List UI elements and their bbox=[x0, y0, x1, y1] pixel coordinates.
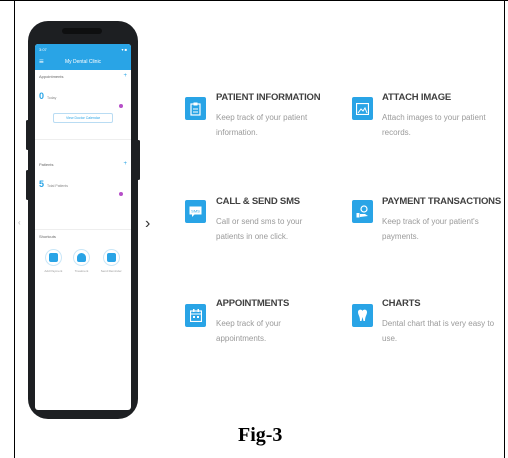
status-icons: ▾ ■ bbox=[121, 46, 127, 52]
appointments-section[interactable]: Appointments + 0 Today View Doctor Calen… bbox=[35, 70, 131, 140]
sms-icon: SMS bbox=[185, 200, 206, 223]
status-time: 3:07 bbox=[39, 46, 47, 52]
status-bar: 3:07 ▾ ■ bbox=[35, 44, 131, 54]
figure-caption: Fig-3 bbox=[238, 424, 283, 446]
appointments-label: Appointments bbox=[39, 74, 64, 79]
svg-text:SMS: SMS bbox=[191, 209, 200, 214]
shortcuts-label: Shortcuts bbox=[39, 234, 56, 239]
shortcuts-section: Shortcuts Add Payment Treatment Send Rem… bbox=[35, 230, 131, 277]
tooth-icon bbox=[352, 304, 373, 327]
feature-title: CHARTS bbox=[382, 298, 421, 309]
shortcut-add-payment[interactable]: Add Payment bbox=[44, 249, 62, 273]
feature-desc: Keep track of your patient's bbox=[382, 217, 479, 226]
feature-title: PATIENT INFORMATION bbox=[216, 92, 321, 103]
patients-badge bbox=[119, 192, 123, 196]
add-appointment-icon[interactable]: + bbox=[123, 73, 127, 79]
tooth-icon bbox=[77, 253, 87, 262]
shortcut-label: Treatment bbox=[74, 269, 89, 273]
feature-desc: payments. bbox=[382, 232, 419, 241]
app-title: My Dental Clinic bbox=[64, 59, 102, 65]
frame-left-border bbox=[14, 1, 15, 458]
appointments-badge bbox=[119, 104, 123, 108]
feature-desc: Keep track of your bbox=[216, 319, 281, 328]
shortcut-label: Send Reminder bbox=[100, 269, 122, 273]
appointments-count: 0 bbox=[39, 91, 45, 101]
feature-desc: information. bbox=[216, 128, 258, 137]
reminder-icon bbox=[106, 253, 116, 262]
feature-desc: Dental chart that is very easy to bbox=[382, 319, 495, 328]
payment-icon bbox=[352, 200, 373, 223]
phone-screen: 3:07 ▾ ■ ≡ My Dental Clinic Appointments… bbox=[35, 44, 131, 410]
feature-title: CALL & SEND SMS bbox=[216, 196, 300, 207]
appointments-sub: Today bbox=[47, 96, 57, 100]
next-arrow-icon[interactable]: › bbox=[145, 216, 150, 232]
add-patient-icon[interactable]: + bbox=[123, 161, 127, 167]
app-bar: ≡ My Dental Clinic bbox=[35, 54, 131, 70]
image-icon bbox=[352, 97, 373, 120]
clipboard-icon bbox=[185, 97, 206, 120]
feature-desc: Attach images to your patient bbox=[382, 113, 486, 122]
frame-right-border bbox=[504, 1, 505, 458]
feature-title: ATTACH IMAGE bbox=[382, 92, 452, 103]
shortcut-send-reminder[interactable]: Send Reminder bbox=[101, 249, 122, 273]
shortcut-label: Add Payment bbox=[44, 269, 63, 273]
payment-icon bbox=[48, 253, 58, 262]
patients-section[interactable]: Patients + 5 Total Patients bbox=[35, 158, 131, 230]
patients-sub: Total Patients bbox=[47, 184, 69, 188]
feature-desc: records. bbox=[382, 128, 411, 137]
feature-desc: patients in one click. bbox=[216, 232, 289, 241]
view-calendar-button[interactable]: View Doctor Calendar bbox=[53, 113, 113, 123]
feature-title: PAYMENT TRANSACTIONS bbox=[382, 196, 501, 207]
phone-speaker bbox=[62, 28, 102, 34]
feature-desc: Call or send sms to your bbox=[216, 217, 303, 226]
patients-count: 5 bbox=[39, 179, 45, 189]
feature-desc: use. bbox=[382, 334, 398, 343]
feature-desc: Keep track of your patient bbox=[216, 113, 308, 122]
feature-desc: appointments. bbox=[216, 334, 267, 343]
prev-arrow-icon[interactable]: ‹ bbox=[18, 218, 21, 227]
patients-label: Patients bbox=[39, 162, 54, 167]
feature-title: APPOINTMENTS bbox=[216, 298, 290, 309]
shortcut-treatment[interactable]: Treatment bbox=[73, 249, 91, 273]
calendar-icon bbox=[185, 304, 206, 327]
